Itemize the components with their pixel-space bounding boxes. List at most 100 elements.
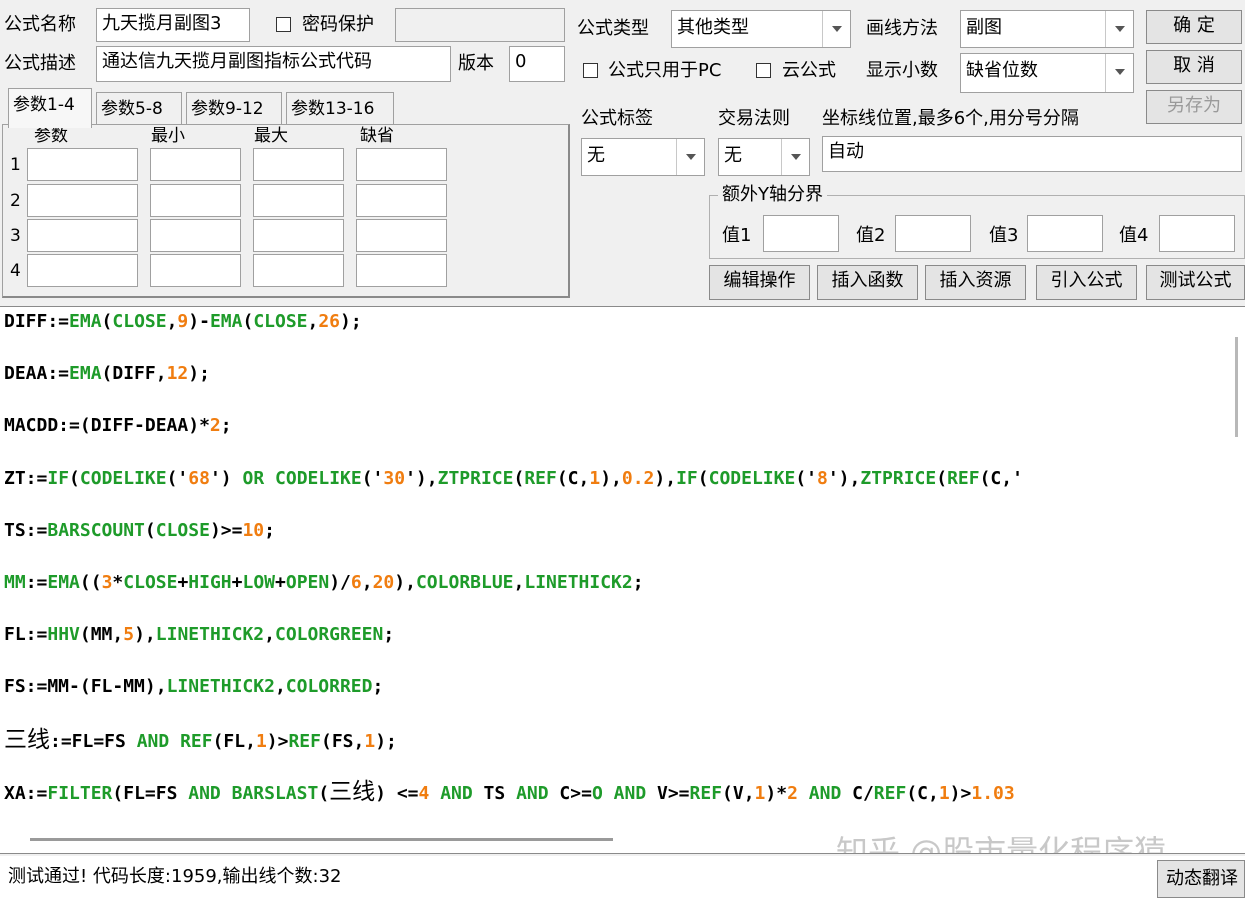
value1-input[interactable] (763, 215, 839, 252)
code-token: )/ (329, 572, 351, 593)
value1-label: 值1 (722, 225, 752, 246)
code-token: ); (340, 311, 362, 332)
insert-function-button[interactable]: 插入函数 (817, 265, 918, 300)
param-default-input[interactable] (356, 148, 447, 181)
tab-params-13-16[interactable]: 参数13-16 (286, 92, 394, 124)
axis-position-input[interactable]: 自动 (822, 136, 1242, 172)
pc-only-checkbox[interactable] (583, 63, 598, 78)
formula-desc-input[interactable]: 通达信九天揽月副图指标公式代码 (96, 46, 451, 82)
param-default-input[interactable] (356, 184, 447, 217)
cloud-label: 云公式 (782, 60, 836, 81)
vertical-scroll-thumb[interactable] (1235, 337, 1238, 437)
code-token: LINETHICK2 (166, 676, 275, 698)
value2-input[interactable] (895, 215, 971, 252)
cloud-checkbox[interactable] (756, 63, 771, 78)
param-default-input[interactable] (356, 254, 447, 287)
code-token: (( (79, 572, 102, 593)
code-token: AND (136, 730, 170, 752)
chevron-down-icon[interactable] (1105, 11, 1133, 47)
import-formula-button[interactable]: 引入公式 (1036, 265, 1137, 300)
code-line: FS:=MM-(FL-MM),LINETHICK2,COLORRED; (4, 675, 383, 699)
code-editor[interactable]: DIFF:=EMA(CLOSE,9)-EMA(CLOSE,26); DEAA:= E… (0, 306, 1245, 854)
decimal-select[interactable]: 缺省位数 (960, 53, 1134, 93)
extra-y-axis-label: 额外Y轴分界 (718, 184, 827, 206)
draw-method-label: 画线方法 (866, 18, 938, 39)
code-token: (FL=FS (112, 782, 189, 804)
formula-tag-label: 公式标签 (581, 108, 653, 129)
code-token: )> (949, 782, 972, 804)
decimal-value: 缺省位数 (966, 60, 1038, 81)
value3-input[interactable] (1027, 215, 1103, 252)
code-token: ), (134, 624, 156, 646)
param-name-input[interactable] (27, 254, 138, 287)
trade-rule-select[interactable]: 无 (718, 138, 810, 176)
horizontal-scroll-thumb[interactable] (30, 838, 613, 841)
param-max-input[interactable] (253, 148, 344, 181)
code-token: '), (827, 467, 861, 489)
test-formula-button[interactable]: 测试公式 (1146, 265, 1245, 300)
code-token: LOW (242, 572, 276, 593)
code-token: DEAA:= (4, 363, 70, 385)
param-header-name: 参数 (34, 126, 68, 146)
tab-params-5-8[interactable]: 参数5-8 (96, 92, 182, 124)
param-name-input[interactable] (27, 148, 138, 181)
param-min-input[interactable] (150, 148, 241, 181)
edit-ops-button[interactable]: 编辑操作 (709, 265, 810, 300)
vertical-scrollbar[interactable] (1226, 307, 1245, 853)
chevron-down-icon[interactable] (781, 139, 809, 175)
param-min-input[interactable] (150, 219, 241, 252)
param-default-input[interactable] (356, 219, 447, 252)
param-row-number: 4 (10, 261, 21, 281)
chevron-down-icon[interactable] (676, 139, 704, 175)
formula-name-input[interactable]: 九天揽月副图3 (96, 8, 250, 42)
code-token: 1 (364, 730, 376, 752)
code-token: )>= (209, 519, 243, 541)
draw-method-value: 副图 (966, 17, 1002, 38)
code-token: , (361, 572, 373, 593)
param-min-input[interactable] (150, 254, 241, 287)
code-token: LINETHICK2 (524, 572, 633, 593)
draw-method-select[interactable]: 副图 (960, 10, 1134, 48)
param-max-input[interactable] (253, 219, 344, 252)
code-token: CLOSE (123, 572, 178, 593)
code-token: (' (361, 467, 384, 489)
code-token: EMA (69, 311, 102, 332)
formula-type-select[interactable]: 其他类型 (671, 10, 851, 48)
chevron-down-icon[interactable] (1105, 54, 1133, 92)
insert-resource-button[interactable]: 插入资源 (925, 265, 1026, 300)
dynamic-translate-button[interactable]: 动态翻译 (1157, 860, 1245, 898)
code-token: HIGH (188, 572, 232, 593)
value4-label: 值4 (1119, 225, 1149, 246)
value4-input[interactable] (1159, 215, 1235, 252)
tab-params-1-4[interactable]: 参数1-4 (8, 88, 92, 128)
chevron-down-icon[interactable] (822, 11, 850, 47)
cancel-button[interactable]: 取 消 (1146, 50, 1242, 84)
param-min-input[interactable] (150, 184, 241, 217)
code-token: + (177, 572, 189, 593)
save-as-button[interactable]: 另存为 (1146, 90, 1242, 124)
code-token: FL:= (4, 624, 48, 646)
code-token: (' (166, 467, 189, 489)
code-token: , (166, 311, 178, 332)
code-line: FL:=HHV(MM,5),LINETHICK2,COLORGREEN; (4, 623, 394, 647)
password-checkbox[interactable] (276, 17, 291, 32)
code-token: IF (676, 467, 698, 489)
param-max-input[interactable] (253, 254, 344, 287)
code-token: 3 (101, 572, 113, 593)
ok-button[interactable]: 确 定 (1146, 10, 1242, 44)
status-text: 测试通过! 代码长度:1959,输出线个数:32 (8, 866, 342, 887)
code-token: * (112, 572, 124, 593)
code-token: HHV (47, 624, 80, 646)
code-token: XA:= (4, 782, 48, 804)
code-line: DIFF:=EMA(CLOSE,9)-EMA(CLOSE,26); (4, 310, 362, 334)
param-name-input[interactable] (27, 219, 138, 252)
code-token: 12 (166, 363, 189, 385)
param-max-input[interactable] (253, 184, 344, 217)
param-name-input[interactable] (27, 184, 138, 217)
formula-tag-select[interactable]: 无 (581, 138, 705, 176)
tab-params-9-12[interactable]: 参数9-12 (186, 92, 282, 124)
version-input[interactable]: 0 (509, 46, 565, 82)
code-token: COLORGREEN (274, 624, 384, 646)
